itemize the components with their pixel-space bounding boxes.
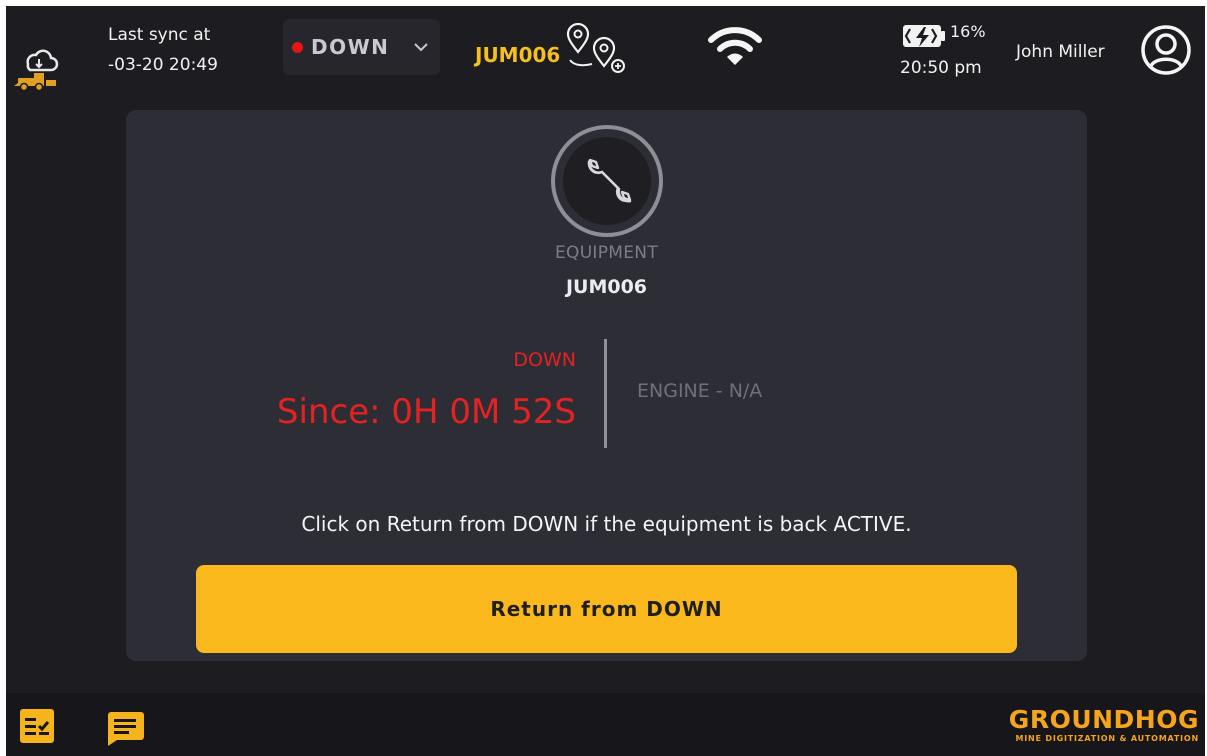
brand-name: GROUNDHOG	[1008, 705, 1199, 734]
brand-tagline: MINE DIGITIZATION & AUTOMATION	[1015, 734, 1199, 743]
brand-logo: GROUNDHOG MINE DIGITIZATION & AUTOMATION	[1009, 707, 1199, 745]
wrench-icon	[550, 124, 664, 238]
cloud-truck-logo-icon	[12, 40, 62, 92]
last-sync: Last sync at -03-20 20:49	[108, 20, 218, 80]
app-screen: Last sync at -03-20 20:49 DOWN JUM006 16…	[6, 6, 1205, 756]
last-sync-time: -03-20 20:49	[108, 55, 218, 75]
status-dot-icon	[292, 41, 303, 53]
wifi-icon	[707, 24, 763, 68]
status-word: DOWN	[513, 349, 576, 371]
chevron-down-icon	[414, 43, 428, 52]
last-sync-label: Last sync at	[108, 25, 211, 45]
equipment-label: EQUIPMENT	[554, 243, 659, 263]
equipment-code: JUM006	[475, 43, 561, 67]
location-pins-icon[interactable]	[564, 22, 628, 76]
engine-status: ENGINE - N/A	[637, 380, 763, 402]
down-duration: Since: 0H 0M 52S	[276, 392, 576, 432]
equipment-name: JUM006	[565, 276, 648, 298]
user-name: John Miller	[1016, 42, 1105, 62]
clock-time: 20:50 pm	[900, 58, 982, 78]
equipment-status-card: EQUIPMENT JUM006 DOWN Since: 0H 0M 52S E…	[126, 110, 1087, 661]
top-bar: Last sync at -03-20 20:49 DOWN JUM006 16…	[6, 6, 1205, 98]
status-label: DOWN	[311, 35, 390, 59]
battery-charging-icon	[902, 23, 946, 49]
divider	[604, 339, 607, 448]
battery-percent: 16%	[950, 22, 986, 41]
chat-icon[interactable]	[105, 710, 145, 746]
status-dropdown[interactable]: DOWN	[283, 19, 440, 75]
instruction-text: Click on Return from DOWN if the equipme…	[301, 512, 912, 536]
checklist-icon[interactable]	[20, 709, 54, 743]
return-from-down-button[interactable]: Return from DOWN	[196, 565, 1017, 653]
bottom-bar: GROUNDHOG MINE DIGITIZATION & AUTOMATION	[6, 693, 1205, 756]
user-avatar-icon[interactable]	[1140, 24, 1192, 76]
